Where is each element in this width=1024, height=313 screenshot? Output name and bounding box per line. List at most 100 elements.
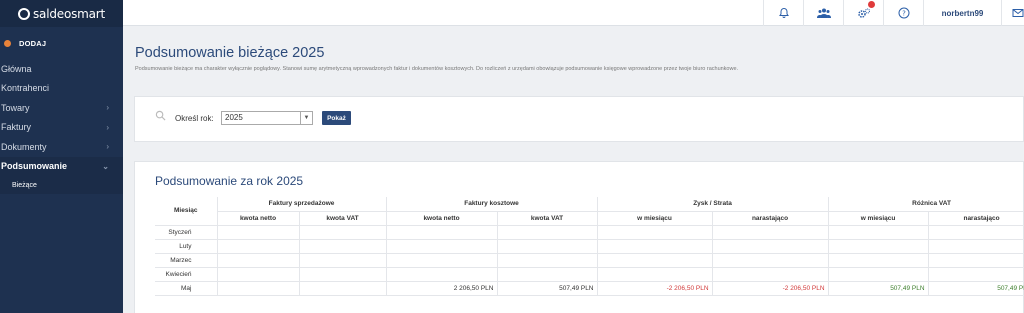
col-sales-net: kwota netto	[217, 211, 300, 226]
profit-cum-cell: -2 206,50 PLN	[712, 281, 829, 296]
sales-net-cell	[217, 267, 300, 282]
add-icon	[4, 39, 11, 47]
year-select[interactable]: 2025 ▼	[221, 111, 313, 125]
cost-vat-cell	[497, 267, 598, 282]
sidebar-subitem-biezace[interactable]: Bieżące	[0, 176, 123, 194]
vat-month-cell: 507,49 PLN	[828, 281, 929, 296]
notification-badge	[868, 1, 875, 8]
sidebar-item-label: Główna	[1, 63, 32, 74]
chevron-down-icon: ▼	[300, 112, 312, 124]
col-profit: Zysk / Strata	[597, 197, 829, 212]
page-description: Podsumowanie bieżące ma charakter wyłącz…	[135, 66, 739, 72]
sidebar-item-label: Kontrahenci	[1, 83, 50, 94]
add-button[interactable]: DODAJ	[0, 27, 123, 59]
col-profit-cumulative: narastająco	[712, 211, 829, 226]
cost-vat-cell	[497, 225, 598, 240]
chevron-right-icon: ›	[106, 142, 109, 152]
vat-cum-cell	[928, 239, 1024, 254]
search-icon	[155, 110, 166, 121]
col-vat-cumulative: narastająco	[928, 211, 1024, 226]
sales-vat-cell	[299, 267, 387, 282]
profit-month-cell	[597, 253, 713, 268]
sidebar: saldeosmart DODAJ Główna Kontrahenci Tow…	[0, 0, 123, 313]
topbar: ? norbertn99	[123, 0, 1024, 26]
month-cell: Maj	[155, 281, 218, 296]
col-month: Miesiąc	[155, 197, 218, 226]
sales-net-cell	[217, 239, 300, 254]
month-cell: Luty	[155, 239, 218, 254]
profit-month-cell	[597, 225, 713, 240]
sidebar-item-podsumowanie[interactable]: Podsumowanie ⌄	[0, 156, 123, 176]
vat-cum-cell: 507,49 PLN	[928, 281, 1024, 296]
year-label: Określ rok:	[175, 114, 214, 123]
sidebar-item-towary[interactable]: Towary ›	[0, 98, 123, 118]
sidebar-subitem-label: Bieżące	[12, 181, 37, 189]
sidebar-nav: Główna Kontrahenci Towary › Faktury › Do…	[0, 59, 123, 194]
logo-icon	[18, 7, 30, 20]
table-row: Luty	[155, 239, 1024, 254]
add-label: DODAJ	[19, 38, 47, 48]
bell-icon	[778, 7, 789, 18]
month-cell: Kwiecień	[155, 267, 218, 282]
vat-month-cell	[828, 267, 929, 282]
chevron-down-icon: ⌄	[102, 161, 109, 171]
cost-net-cell	[386, 225, 498, 240]
vat-cum-cell	[928, 253, 1024, 268]
table-row: Maj 2 206,50 PLN 507,49 PLN -2 206,50 PL…	[155, 281, 1024, 296]
summary-panel: Podsumowanie za rok 2025 Miesiąc Faktury…	[134, 161, 1024, 313]
col-sales: Faktury sprzedażowe	[217, 197, 387, 212]
profit-month-cell	[597, 239, 713, 254]
profit-cum-cell	[712, 239, 829, 254]
settings-button[interactable]	[843, 0, 883, 26]
vat-cum-cell	[928, 267, 1024, 282]
logo-text: saldeosmart	[33, 6, 106, 21]
profit-cum-cell	[712, 225, 829, 240]
profit-cum-cell	[712, 267, 829, 282]
users-button[interactable]	[803, 0, 843, 26]
cost-net-cell	[386, 239, 498, 254]
logo[interactable]: saldeosmart	[0, 0, 123, 27]
cost-net-cell: 2 206,50 PLN	[386, 281, 498, 296]
summary-table: Miesiąc Faktury sprzedażowe Faktury kosz…	[155, 197, 1024, 296]
sidebar-item-label: Dokumenty	[1, 141, 47, 152]
sales-net-cell	[217, 253, 300, 268]
chevron-right-icon: ›	[106, 122, 109, 132]
year-select-value: 2025	[225, 113, 243, 122]
sales-vat-cell	[299, 239, 387, 254]
sidebar-item-label: Podsumowanie	[1, 161, 68, 172]
page-header: Podsumowanie bieżące 2025 Podsumowanie b…	[123, 26, 1024, 88]
profit-cum-cell	[712, 253, 829, 268]
cost-net-cell	[386, 267, 498, 282]
cost-vat-cell	[497, 253, 598, 268]
sidebar-item-dokumenty[interactable]: Dokumenty ›	[0, 137, 123, 157]
sidebar-item-label: Faktury	[1, 122, 32, 133]
notifications-button[interactable]	[763, 0, 803, 26]
settings-icon	[857, 8, 870, 18]
svg-text:?: ?	[902, 10, 906, 18]
table-row: Kwiecień	[155, 267, 1024, 282]
vat-month-cell	[828, 225, 929, 240]
vat-month-cell	[828, 253, 929, 268]
sidebar-item-kontrahenci[interactable]: Kontrahenci	[0, 79, 123, 99]
month-cell: Styczeń	[155, 225, 218, 240]
cost-net-cell	[386, 253, 498, 268]
col-vat-month: w miesiącu	[828, 211, 929, 226]
table-row: Marzec	[155, 253, 1024, 268]
user-menu[interactable]: norbertn99	[923, 0, 1002, 26]
profit-month-cell: -2 206,50 PLN	[597, 281, 713, 296]
month-cell: Marzec	[155, 253, 218, 268]
sidebar-item-glowna[interactable]: Główna	[0, 59, 123, 79]
messages-button[interactable]	[1002, 0, 1024, 26]
sidebar-item-label: Towary	[1, 102, 30, 113]
vat-cum-cell	[928, 225, 1024, 240]
help-button[interactable]: ?	[883, 0, 923, 26]
col-costs: Faktury kosztowe	[386, 197, 598, 212]
users-icon	[816, 8, 831, 18]
show-button[interactable]: Pokaż	[322, 111, 351, 125]
sales-vat-cell	[299, 253, 387, 268]
table-row: Styczeń	[155, 225, 1024, 240]
col-costs-vat: kwota VAT	[497, 211, 598, 226]
sales-net-cell	[217, 225, 300, 240]
sidebar-item-faktury[interactable]: Faktury ›	[0, 118, 123, 138]
cost-vat-cell	[497, 239, 598, 254]
